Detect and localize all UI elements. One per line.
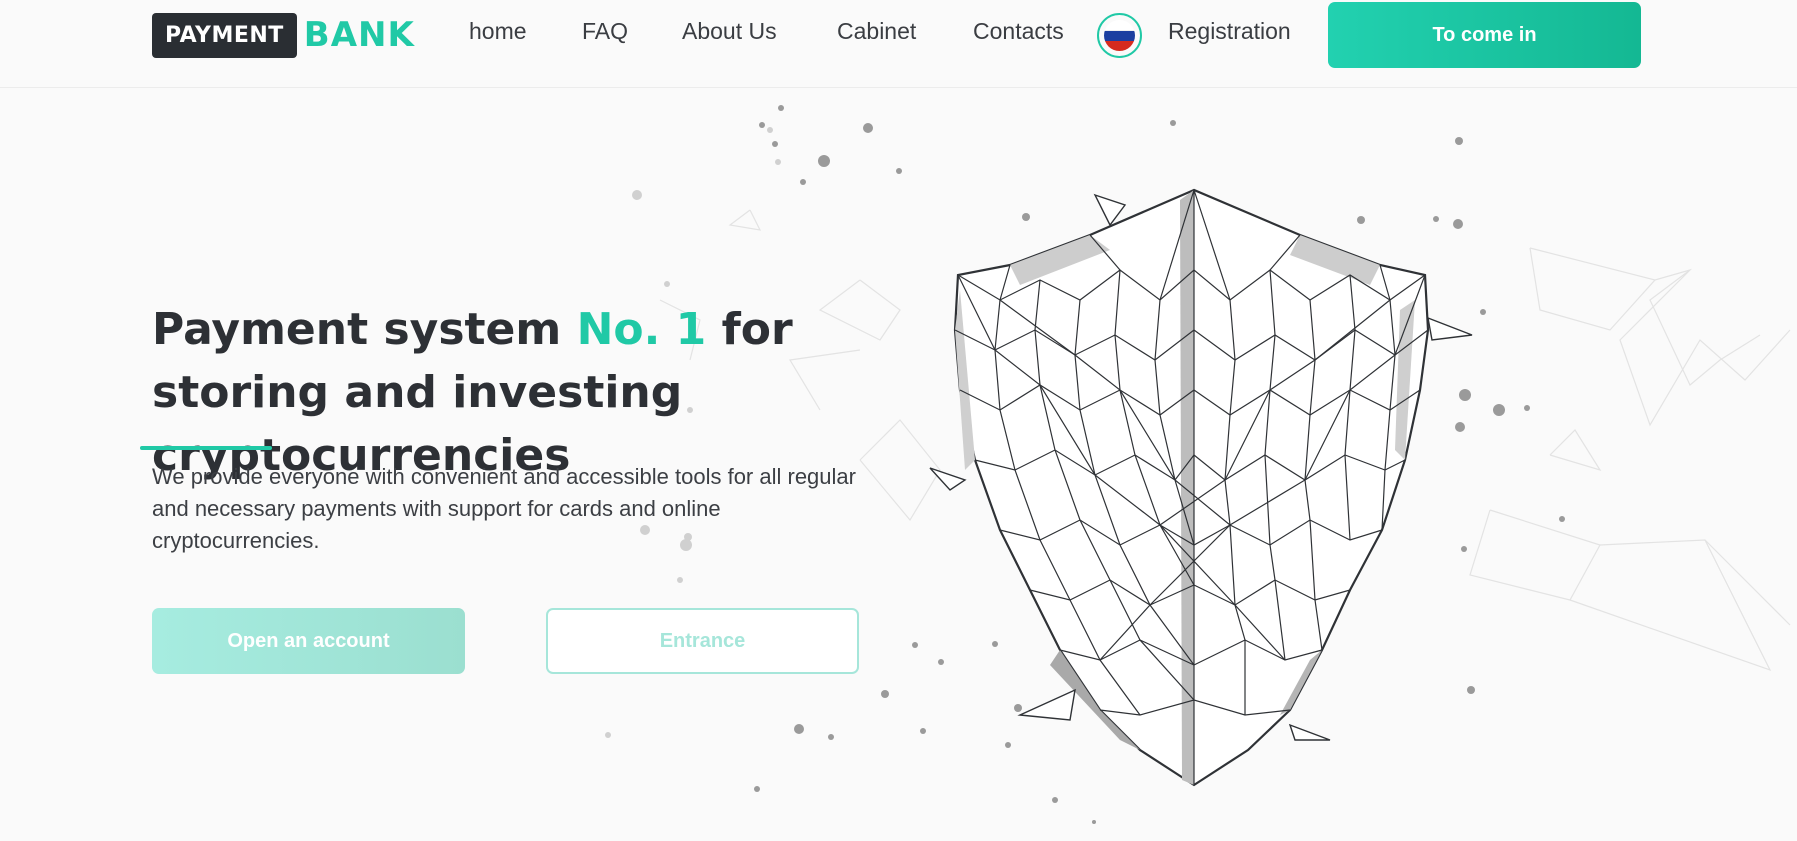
logo-bank-word: BANK — [303, 15, 415, 55]
site-header: PAYMENT BANK home FAQ About Us Cabinet C… — [0, 0, 1797, 88]
hero-description: We provide everyone with convenient and … — [152, 464, 856, 553]
russia-flag-icon — [1104, 20, 1135, 51]
nav-cabinet[interactable]: Cabinet — [837, 18, 916, 45]
hero-title: Payment system No. 1 for storing and inv… — [152, 298, 912, 487]
nav-home[interactable]: home — [469, 18, 527, 45]
entrance-button[interactable]: Entrance — [546, 608, 859, 674]
login-button[interactable]: To come in — [1328, 2, 1641, 68]
nav-about-us[interactable]: About Us — [682, 18, 777, 45]
nav-contacts[interactable]: Contacts — [973, 18, 1064, 45]
hero-underline-divider — [140, 446, 272, 450]
hero-title-part1: Payment system — [152, 304, 577, 355]
landing-page: PAYMENT BANK home FAQ About Us Cabinet C… — [0, 0, 1797, 841]
brand-logo[interactable]: PAYMENT BANK — [152, 13, 415, 58]
open-account-button[interactable]: Open an account — [152, 608, 465, 674]
hero-title-accent: No. 1 — [576, 304, 707, 355]
nav-faq[interactable]: FAQ — [582, 18, 628, 45]
language-switcher[interactable] — [1097, 13, 1142, 58]
logo-payment-box: PAYMENT — [152, 13, 297, 58]
registration-link[interactable]: Registration — [1168, 18, 1291, 45]
polygon-shield-icon — [929, 188, 1473, 787]
